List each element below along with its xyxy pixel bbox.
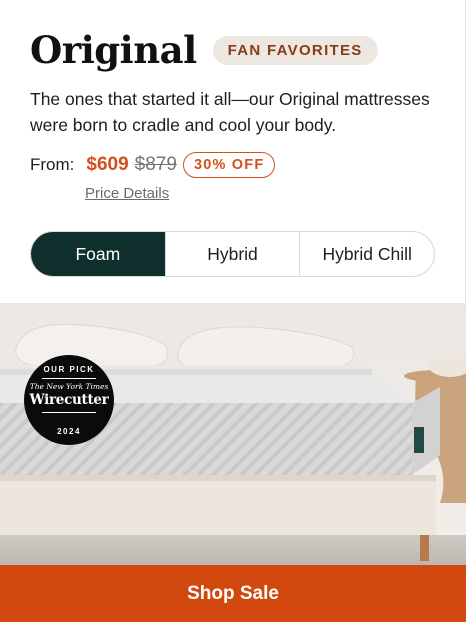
wirecutter-divider <box>42 378 96 379</box>
fan-favorites-badge: FAN FAVORITES <box>212 35 378 65</box>
price-row: From: $609 $879 30% OFF <box>30 152 276 178</box>
wirecutter-year: 2024 <box>57 427 81 436</box>
wirecutter-publisher: The New York Times <box>29 382 109 391</box>
sale-price: $609 <box>86 154 129 175</box>
wirecutter-badge: OUR PICK The New York Times Wirecutter 2… <box>24 355 114 445</box>
tab-hybrid-chill[interactable]: Hybrid Chill <box>299 232 434 276</box>
discount-badge: 30% OFF <box>182 152 276 178</box>
tab-hybrid[interactable]: Hybrid <box>164 232 300 276</box>
wirecutter-divider <box>42 412 96 413</box>
mattress-tag <box>414 427 424 453</box>
shop-sale-button[interactable]: Shop Sale <box>0 565 466 622</box>
product-title: Original <box>30 28 197 72</box>
wirecutter-our-pick: OUR PICK <box>43 365 95 374</box>
wirecutter-name: Wirecutter <box>29 392 109 408</box>
mattress-type-tabs: Foam Hybrid Hybrid Chill <box>30 231 435 277</box>
product-card: Original FAN FAVORITES The ones that sta… <box>0 0 466 622</box>
from-label: From: <box>30 155 75 174</box>
original-price: $879 <box>134 154 177 175</box>
price-details-link[interactable]: Price Details <box>85 185 169 202</box>
title-row: Original FAN FAVORITES <box>30 28 378 72</box>
tab-foam[interactable]: Foam <box>31 232 165 276</box>
product-description: The ones that started it all—our Origina… <box>30 89 430 135</box>
